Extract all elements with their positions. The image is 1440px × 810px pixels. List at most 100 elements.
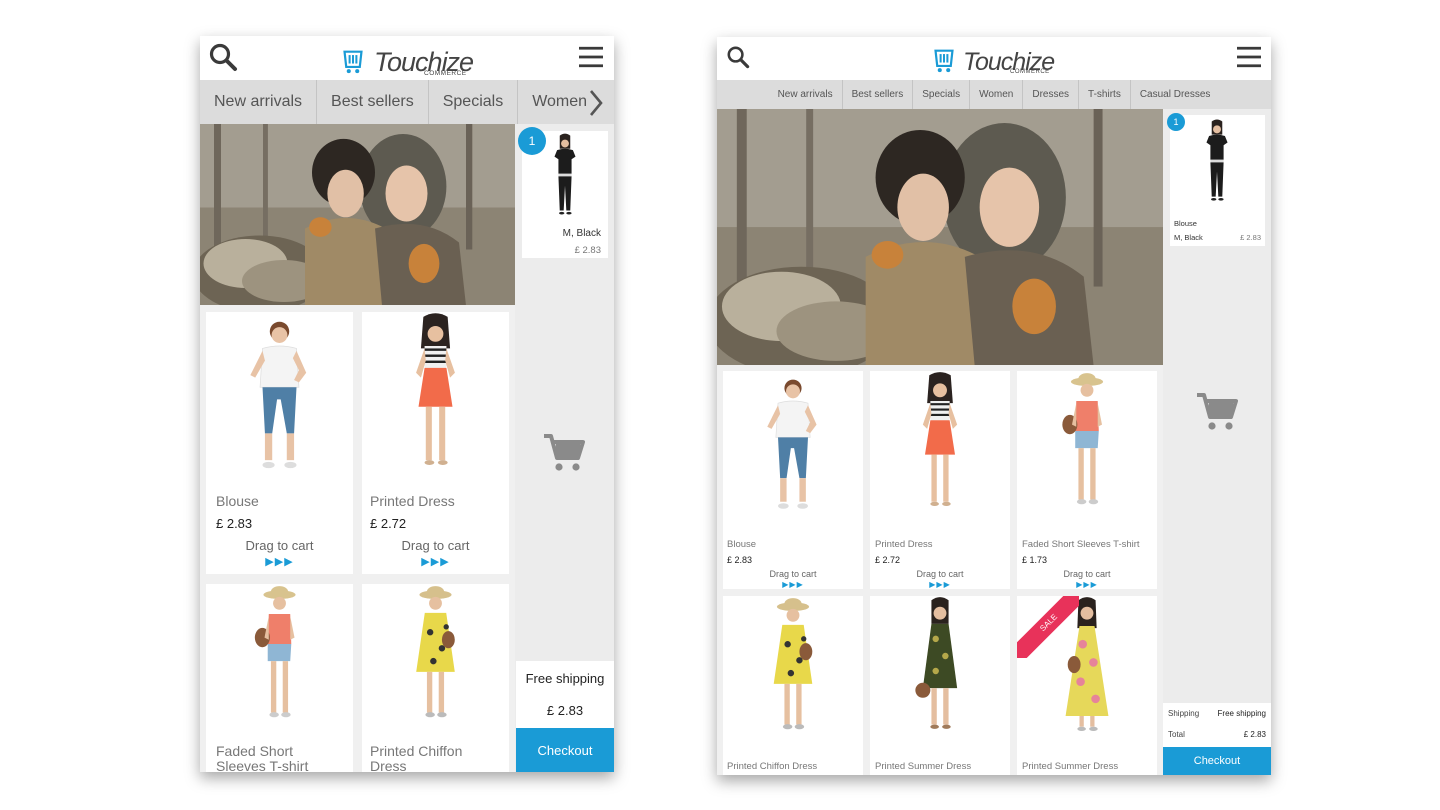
cart-item-title: Blouse (1174, 219, 1197, 228)
product-name: Faded Short Sleeves T-shirt (216, 743, 309, 772)
cart-logo-icon (342, 46, 364, 76)
product-grid: Blouse £ 2.83 Drag to cart ▶▶▶ Printed D… (200, 305, 515, 772)
product-name: Printed Summer Dress (1022, 761, 1119, 772)
product-image (362, 584, 509, 734)
drag-to-cart-label: Drag to cart (1063, 569, 1111, 579)
product-image (362, 312, 509, 482)
cart-panel: Blouse M, Black £ 2.83 1 Shipping Free s… (1163, 109, 1271, 775)
product-price: £ 2.83 (727, 555, 753, 565)
nav-item-women[interactable]: Women (970, 80, 1024, 109)
checkout-button[interactable]: Checkout (1163, 747, 1271, 775)
product-image (206, 584, 353, 734)
hamburger-menu-icon[interactable] (1235, 45, 1263, 69)
brand-logo[interactable]: Touchize COMMERCE (342, 40, 474, 77)
shopping-cart-icon[interactable] (1195, 389, 1239, 433)
nav-item-new-arrivals[interactable]: New arrivals (769, 80, 843, 109)
category-nav: New arrivals Best sellers Specials Women (200, 80, 614, 124)
drag-arrows-icon[interactable]: ▶▶▶ (870, 580, 1010, 589)
cart-item-variant: M, Black (1174, 233, 1203, 242)
product-card[interactable]: Printed Chiffon Dress (362, 584, 509, 772)
drag-arrows-icon[interactable]: ▶▶▶ (1017, 580, 1157, 589)
drag-to-cart-label: Drag to cart (401, 538, 470, 553)
product-image (723, 371, 863, 521)
drag-to-cart-label: Drag to cart (769, 569, 817, 579)
cart-item-price: £ 2.83 (1240, 233, 1261, 242)
brand-logo[interactable]: Touchize COMMERCE (933, 41, 1055, 75)
hero-banner[interactable] (717, 109, 1163, 365)
cart-panel: M, Black £ 2.83 1 Free shipping £ 2.83 C… (515, 124, 614, 772)
brand-tagline: COMMERCE (1010, 69, 1050, 75)
nav-item-new-arrivals[interactable]: New arrivals (200, 80, 318, 124)
product-card[interactable]: Printed Summer Dress (870, 596, 1010, 775)
hamburger-menu-icon[interactable] (577, 45, 605, 69)
product-image (870, 596, 1010, 746)
product-price: £ 1.73 (1022, 555, 1048, 565)
product-price: £ 2.83 (216, 516, 253, 531)
product-card[interactable]: Faded Short Sleeves T-shirt £ 1.73 Drag … (1017, 371, 1157, 589)
nav-item-specials[interactable]: Specials (913, 80, 971, 109)
cart-count-badge: 1 (518, 127, 546, 155)
product-name: Faded Short Sleeves T-shirt (1022, 539, 1140, 550)
sale-label: SALE (1017, 596, 1079, 658)
search-icon[interactable] (726, 45, 750, 69)
product-card[interactable]: Printed Chiffon Dress (723, 596, 863, 775)
product-card[interactable]: Printed Dress £ 2.72 Drag to cart ▶▶▶ (362, 312, 509, 574)
shipping-label: Shipping (1168, 709, 1200, 718)
drag-to-cart-label: Drag to cart (916, 569, 964, 579)
shipping-label: Free shipping (525, 671, 605, 686)
nav-item-casual-dresses[interactable]: Casual Dresses (1131, 80, 1220, 109)
checkout-button[interactable]: Checkout (516, 728, 614, 772)
product-card[interactable]: Printed Dress £ 2.72 Drag to cart ▶▶▶ (870, 371, 1010, 589)
hero-image (200, 124, 515, 305)
product-card[interactable]: Faded Short Sleeves T-shirt (206, 584, 353, 772)
product-name: Printed Chiffon Dress (727, 761, 818, 772)
nav-item-dresses[interactable]: Dresses (1023, 80, 1080, 109)
product-name: Blouse (727, 539, 757, 550)
product-name: Printed Summer Dress (875, 761, 972, 772)
brand-tagline: COMMERCE (424, 70, 467, 77)
product-grid: Blouse £ 2.83 Drag to cart ▶▶▶ Printed D… (717, 365, 1163, 775)
cart-item-price: £ 2.83 (574, 245, 601, 256)
hero-banner[interactable] (200, 124, 515, 305)
product-card[interactable]: Blouse £ 2.83 Drag to cart ▶▶▶ (723, 371, 863, 589)
nav-item-best-sellers[interactable]: Best sellers (317, 80, 429, 124)
shopping-cart-icon[interactable] (542, 430, 586, 474)
product-image (1017, 371, 1157, 521)
drag-to-cart-label: Drag to cart (245, 538, 314, 553)
cart-item-variant: M, Black (562, 228, 601, 239)
total-value: £ 2.83 (1243, 730, 1266, 739)
cart-total: £ 2.83 (546, 703, 584, 718)
product-name: Printed Dress (370, 493, 455, 509)
cart-logo-icon (933, 45, 955, 75)
drag-arrows-icon[interactable]: ▶▶▶ (362, 555, 509, 568)
search-icon[interactable] (208, 42, 238, 72)
product-name: Blouse (216, 493, 259, 509)
product-price: £ 2.72 (370, 516, 407, 531)
cart-summary: Free shipping £ 2.83 (516, 661, 614, 728)
drag-arrows-icon[interactable]: ▶▶▶ (723, 580, 863, 589)
cart-item[interactable]: Blouse M, Black £ 2.83 (1170, 115, 1265, 246)
product-name: Printed Chiffon Dress (370, 743, 463, 772)
phone-screen: Touchize COMMERCE New arrivals Best sell… (200, 36, 614, 772)
total-label: Total (1168, 730, 1185, 739)
cart-item-image (1184, 117, 1250, 213)
cart-summary: Shipping Free shipping Total £ 2.83 (1163, 703, 1271, 747)
product-image (870, 371, 1010, 521)
nav-item-t-shirts[interactable]: T-shirts (1079, 80, 1131, 109)
shipping-value: Free shipping (1217, 709, 1266, 718)
top-bar: Touchize COMMERCE (717, 37, 1271, 80)
nav-item-specials[interactable]: Specials (429, 80, 519, 124)
product-image (723, 596, 863, 746)
product-price: £ 2.72 (875, 555, 901, 565)
nav-item-best-sellers[interactable]: Best sellers (843, 80, 914, 109)
tablet-screen: Touchize COMMERCE New arrivals Best sell… (717, 37, 1271, 775)
product-image (206, 312, 353, 482)
product-card[interactable]: Blouse £ 2.83 Drag to cart ▶▶▶ (206, 312, 353, 574)
product-name: Printed Dress (875, 539, 933, 550)
product-card[interactable]: SALE Printed Summer Dress (1017, 596, 1157, 775)
drag-arrows-icon[interactable]: ▶▶▶ (206, 555, 353, 568)
chevron-right-icon[interactable] (588, 88, 604, 118)
cart-count-badge: 1 (1167, 113, 1185, 131)
top-bar: Touchize COMMERCE (200, 36, 614, 80)
sale-ribbon: SALE (1017, 596, 1079, 658)
